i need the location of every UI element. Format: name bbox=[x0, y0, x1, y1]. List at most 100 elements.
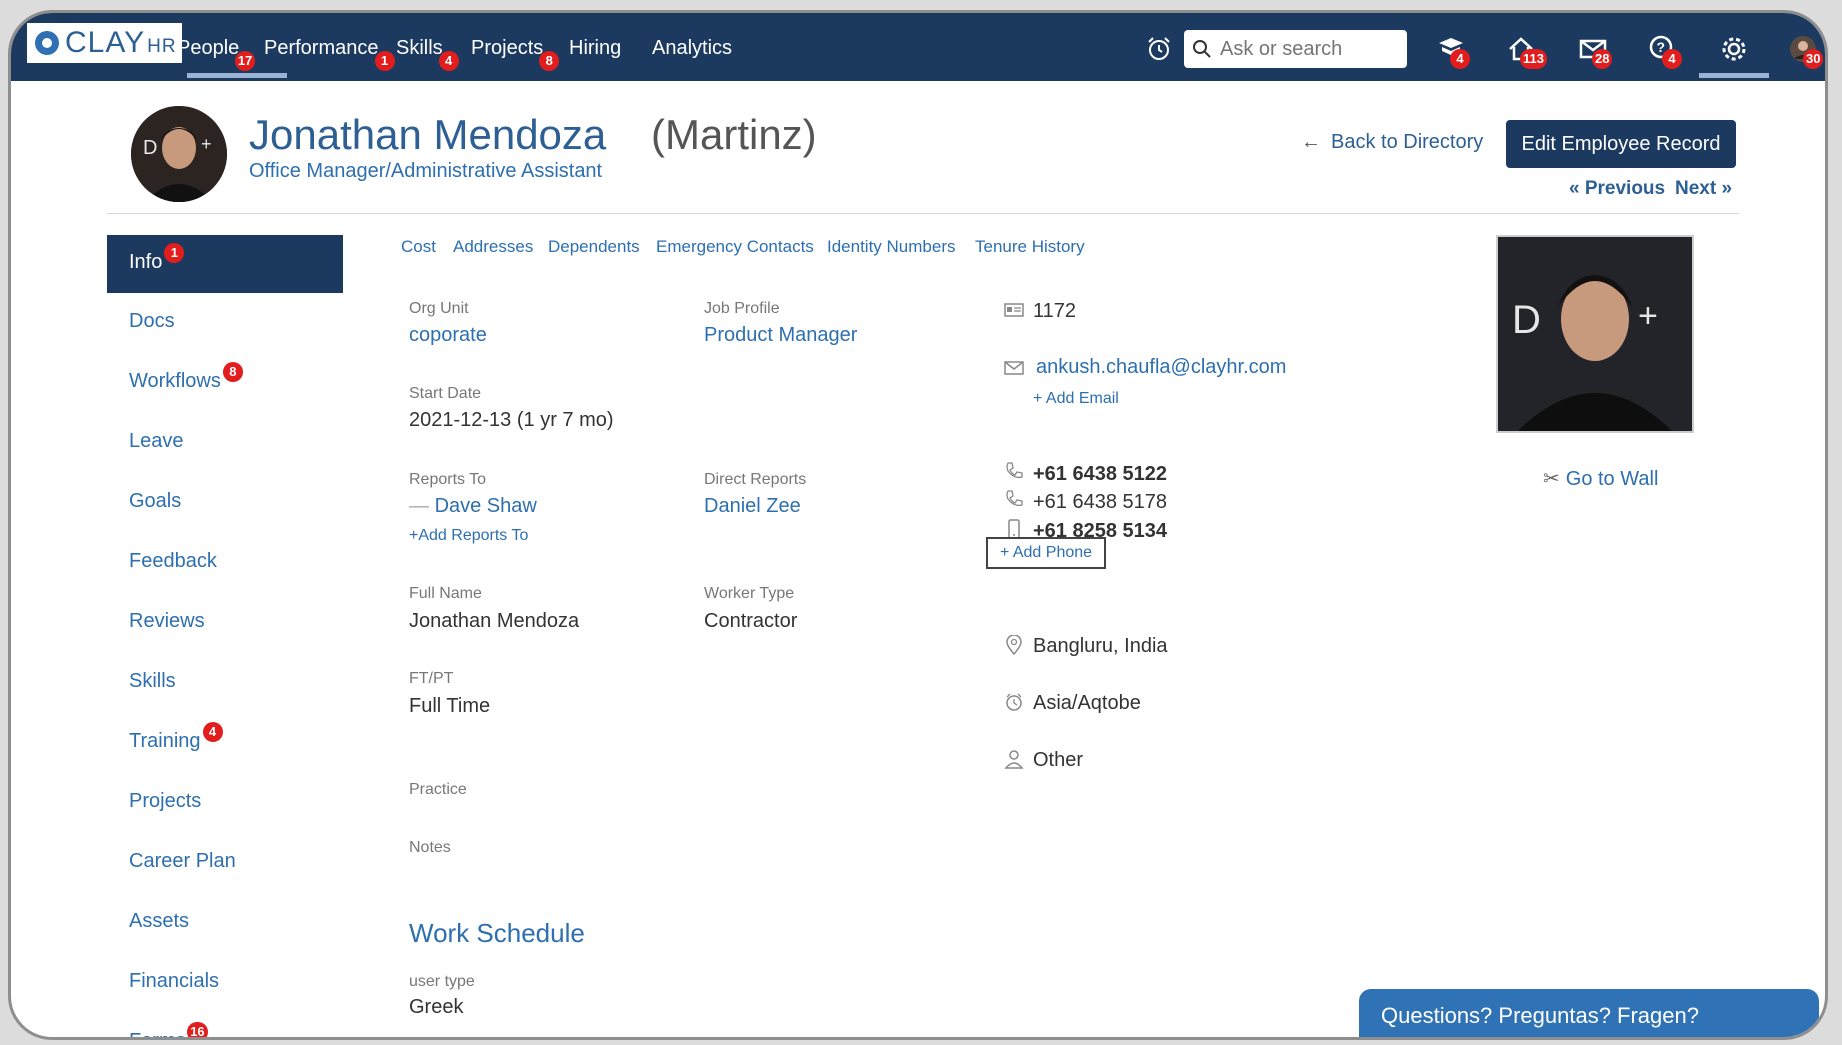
reports-to-label: Reports To bbox=[409, 471, 487, 488]
mail-badge: 28 bbox=[1592, 49, 1613, 69]
email-link[interactable]: ankush.chaufla@clayhr.com bbox=[1036, 356, 1286, 379]
add-phone-button[interactable]: + Add Phone bbox=[986, 537, 1106, 569]
tab-emergency-contacts[interactable]: Emergency Contacts bbox=[656, 237, 814, 257]
sidebar-item-info[interactable]: Info 1 bbox=[129, 243, 185, 274]
search-input[interactable] bbox=[1218, 36, 1402, 62]
profile-button[interactable]: 30 bbox=[1789, 35, 1824, 69]
id-card-icon bbox=[1004, 303, 1024, 317]
org-unit-label: Org Unit bbox=[409, 300, 469, 317]
mail-button[interactable]: 28 bbox=[1578, 35, 1613, 69]
previous-link[interactable]: « Previous bbox=[1569, 178, 1665, 200]
help-button[interactable]: ? 4 bbox=[1648, 35, 1682, 69]
megaphone-icon: ✂ bbox=[1543, 468, 1560, 490]
projects-badge: 8 bbox=[539, 51, 560, 71]
start-date-label: Start Date bbox=[409, 385, 482, 402]
tab-identity-numbers[interactable]: Identity Numbers bbox=[827, 237, 956, 257]
gender-value: Other bbox=[1033, 749, 1084, 771]
user-type-value: Greek bbox=[409, 996, 464, 1018]
courses-button[interactable]: 4 bbox=[1436, 35, 1470, 69]
employee-photo: D + bbox=[1496, 235, 1694, 433]
ftpt-label: FT/PT bbox=[409, 670, 454, 687]
nav-people[interactable]: People 17 bbox=[177, 37, 256, 71]
clock-icon bbox=[1006, 693, 1022, 711]
employee-job-title: Office Manager/Administrative Assistant bbox=[249, 160, 603, 182]
direct-reports-link[interactable]: Daniel Zee bbox=[704, 495, 801, 518]
header-divider bbox=[107, 213, 1739, 214]
full-name-label: Full Name bbox=[409, 585, 482, 602]
sidebar-item-forms[interactable]: Forms16 bbox=[129, 1022, 208, 1037]
add-email-link[interactable]: + Add Email bbox=[1033, 390, 1119, 408]
notes-label: Notes bbox=[409, 839, 451, 856]
sidebar-item-workflows[interactable]: Workflows 8 bbox=[129, 362, 243, 393]
dash-icon: — bbox=[409, 495, 435, 517]
logo-text: CLAY bbox=[65, 26, 146, 59]
employee-name: Jonathan Mendoza bbox=[249, 111, 607, 158]
tab-addresses[interactable]: Addresses bbox=[453, 237, 533, 257]
org-unit-link[interactable]: coporate bbox=[409, 324, 487, 347]
direct-reports-label: Direct Reports bbox=[704, 471, 807, 488]
svg-text:+: + bbox=[201, 134, 212, 154]
sidebar-item-reviews[interactable]: Reviews bbox=[129, 610, 205, 633]
sidebar-item-financials[interactable]: Financials bbox=[129, 970, 219, 993]
search-box[interactable] bbox=[1184, 30, 1407, 68]
next-link[interactable]: Next » bbox=[1675, 178, 1732, 200]
back-to-directory-link[interactable]: ← Back to Directory bbox=[1301, 131, 1483, 154]
performance-badge: 1 bbox=[374, 51, 395, 71]
go-to-wall-link[interactable]: ✂ Go to Wall bbox=[1543, 466, 1658, 491]
svg-text:D: D bbox=[1512, 298, 1541, 342]
help-badge: 4 bbox=[1662, 49, 1682, 69]
training-badge: 4 bbox=[202, 722, 223, 742]
phone-primary: +61 6438 5122 bbox=[1033, 463, 1168, 485]
job-profile-label: Job Profile bbox=[704, 300, 780, 317]
profile-badge: 30 bbox=[1803, 49, 1824, 69]
sidebar-item-feedback[interactable]: Feedback bbox=[129, 550, 217, 573]
employee-avatar: D + bbox=[131, 106, 227, 202]
mail-icon bbox=[1004, 361, 1024, 375]
sidebar-item-goals[interactable]: Goals bbox=[129, 490, 181, 513]
sidebar-item-projects[interactable]: Projects bbox=[129, 790, 201, 813]
ftpt-value: Full Time bbox=[409, 695, 491, 717]
add-reports-to-link[interactable]: +Add Reports To bbox=[409, 527, 528, 545]
sidebar-item-leave[interactable]: Leave bbox=[129, 430, 184, 453]
home-button[interactable]: 113 bbox=[1506, 35, 1547, 69]
search-icon bbox=[1193, 40, 1211, 58]
nav-active-indicator bbox=[187, 73, 287, 78]
edit-employee-record-button[interactable]: Edit Employee Record bbox=[1506, 120, 1736, 168]
gear-icon[interactable] bbox=[1719, 35, 1749, 63]
clayhr-logo[interactable]: CLAY HR bbox=[27, 23, 182, 63]
full-name-value: Jonathan Mendoza bbox=[409, 610, 580, 632]
nav-projects[interactable]: Projects 8 bbox=[471, 37, 560, 71]
job-profile-link[interactable]: Product Manager bbox=[704, 324, 857, 347]
tab-dependents[interactable]: Dependents bbox=[548, 237, 640, 257]
nav-analytics[interactable]: Analytics bbox=[652, 37, 732, 60]
svg-text:+: + bbox=[1638, 297, 1658, 335]
nav-performance[interactable]: Performance 1 bbox=[264, 37, 395, 71]
sidebar-item-skills[interactable]: Skills bbox=[129, 670, 176, 693]
sidebar-item-career-plan[interactable]: Career Plan bbox=[129, 850, 236, 873]
sidebar-item-docs[interactable]: Docs bbox=[129, 310, 175, 333]
nav-hiring[interactable]: Hiring bbox=[569, 37, 621, 60]
sidebar-item-training[interactable]: Training 4 bbox=[129, 722, 223, 753]
help-chat-widget[interactable]: Questions? Preguntas? Fragen? bbox=[1359, 989, 1819, 1037]
employee-portrait-icon: D + bbox=[1498, 237, 1692, 431]
nav-skills[interactable]: Skills 4 bbox=[396, 37, 459, 71]
phone-icon bbox=[1006, 462, 1023, 479]
employee-id-value: 1172 bbox=[1033, 300, 1077, 322]
logo-mark-icon bbox=[35, 31, 59, 55]
person-icon bbox=[1004, 750, 1024, 769]
settings-active-indicator bbox=[1699, 73, 1769, 78]
location-value: Bangluru, India bbox=[1033, 635, 1168, 657]
sidebar-item-assets[interactable]: Assets bbox=[129, 910, 189, 933]
alarm-clock-icon[interactable] bbox=[1144, 35, 1174, 63]
tab-cost[interactable]: Cost bbox=[401, 237, 436, 257]
avatar-portrait-icon: D + bbox=[131, 106, 227, 202]
tab-tenure-history[interactable]: Tenure History bbox=[975, 237, 1085, 257]
home-badge: 113 bbox=[1520, 49, 1547, 69]
reports-to-link[interactable]: — Dave Shaw bbox=[409, 495, 537, 518]
phone-secondary: +61 6438 5178 bbox=[1033, 491, 1168, 513]
practice-label: Practice bbox=[409, 781, 467, 798]
people-badge: 17 bbox=[234, 51, 256, 71]
worker-type-label: Worker Type bbox=[704, 585, 795, 602]
app-window: CLAY HR People 17 Performance 1 Skills 4 Pro… bbox=[8, 10, 1828, 1040]
svg-text:D: D bbox=[143, 137, 157, 159]
